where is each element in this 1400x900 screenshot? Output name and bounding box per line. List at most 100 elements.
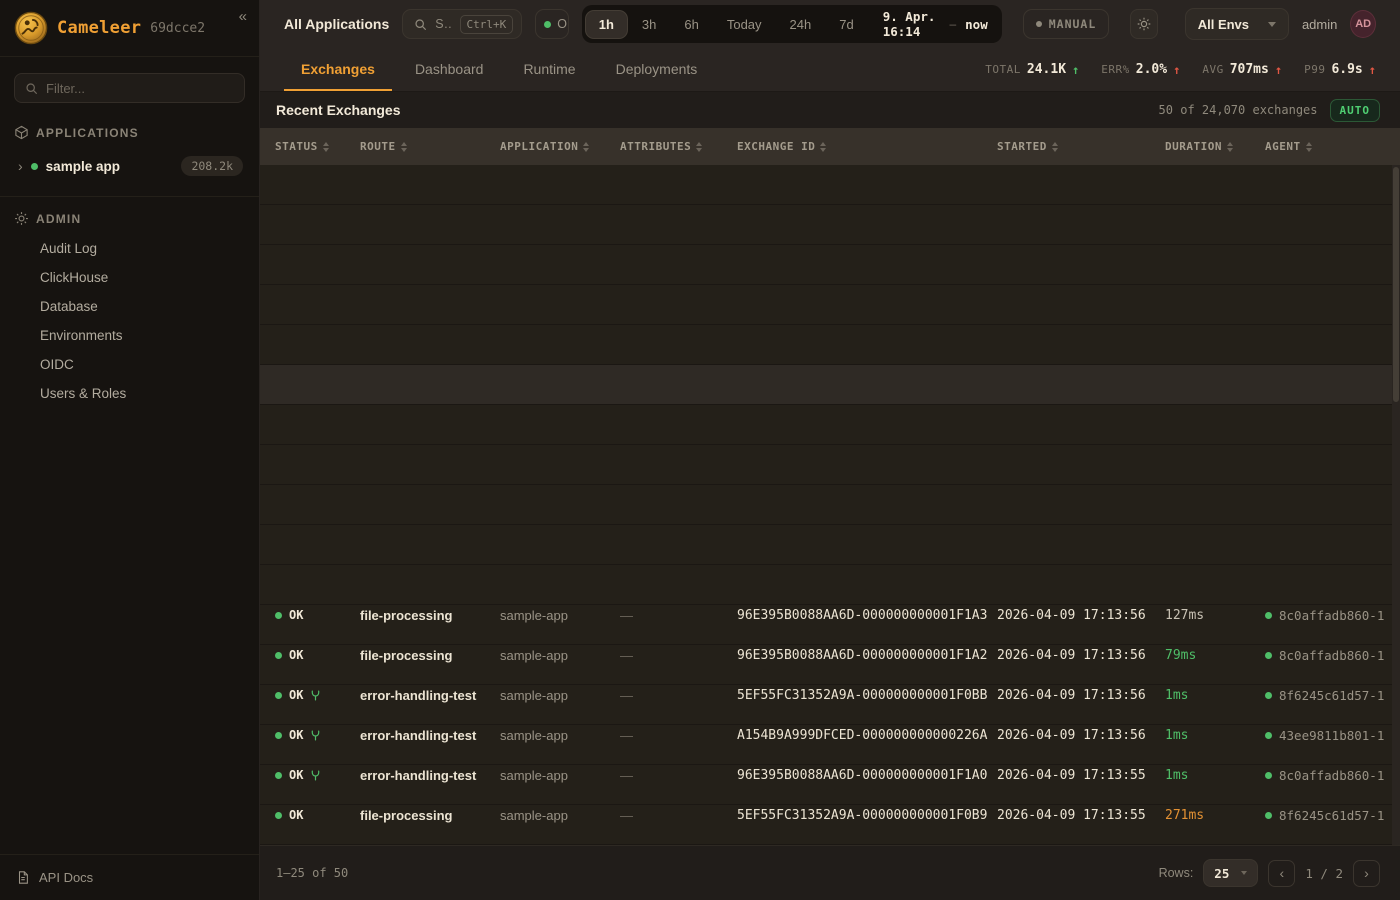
range-7d[interactable]: 7d	[826, 11, 866, 38]
tab-dashboard[interactable]: Dashboard	[398, 48, 501, 91]
fork-icon	[310, 690, 321, 701]
cameleer-logo-icon	[14, 11, 48, 45]
route-cell: file-processing	[360, 608, 500, 623]
column-application[interactable]: APPLICATION	[500, 140, 620, 153]
range-6h[interactable]: 6h	[671, 11, 711, 38]
tab-exchanges[interactable]: Exchanges	[284, 48, 392, 91]
table-row[interactable]: OK file-processing sample-app — 96E395B0…	[260, 205, 1400, 245]
column-route[interactable]: ROUTE	[360, 140, 500, 153]
brand-name: Cameleer	[57, 18, 141, 38]
column-agent[interactable]: AGENT	[1265, 140, 1400, 153]
table-row[interactable]: OK error-handling-test sample-app — 5EF5…	[260, 245, 1400, 285]
column-started[interactable]: STARTED	[997, 140, 1165, 153]
trend-up-icon: ↑	[1369, 63, 1376, 77]
sort-icon	[1052, 142, 1058, 152]
avatar[interactable]: AD	[1350, 10, 1376, 38]
app-root: Cameleer 69dcce2 « APPLICATIONS › sample…	[0, 0, 1400, 900]
scrollbar[interactable]	[1392, 165, 1400, 845]
global-search-field[interactable]: S… Ctrl+K	[402, 9, 522, 39]
stat-avg: AVG 707ms ↑	[1202, 62, 1282, 77]
sort-icon	[583, 142, 589, 152]
refresh-mode-button[interactable]: MANUAL	[1023, 9, 1110, 39]
brand-version: 69dcce2	[150, 21, 205, 36]
column-status[interactable]: STATUS	[275, 140, 360, 153]
tab-runtime[interactable]: Runtime	[506, 48, 592, 91]
sidebar-item-database[interactable]: Database	[0, 292, 259, 321]
tabs: Exchanges Dashboard Runtime Deployments	[284, 48, 714, 91]
trend-up-icon: ↑	[1275, 63, 1282, 77]
filter-field[interactable]	[14, 73, 245, 103]
time-range-group: 1h 3h 6h Today 24h 7d 9. Apr. 16:14 – no…	[582, 5, 1002, 43]
sidebar-item-sample-app[interactable]: › sample app 208.2k	[8, 150, 251, 182]
admin-section-label: ADMIN	[0, 197, 259, 232]
sidebar-item-oidc[interactable]: OIDC	[0, 350, 259, 379]
applications-header-text: APPLICATIONS	[36, 126, 139, 140]
range-today[interactable]: Today	[714, 11, 775, 38]
prev-page-button[interactable]: ‹	[1268, 860, 1295, 887]
stats-summary: TOTAL 24.1K ↑ ERR% 2.0% ↑ AVG 707ms ↑	[985, 48, 1376, 91]
table-row[interactable]: OK file-processing sample-app — 96E395B0…	[260, 405, 1400, 445]
app-count-badge: 208.2k	[181, 156, 243, 176]
sidebar-item-audit-log[interactable]: Audit Log	[0, 234, 259, 263]
exchange-count: 50 of 24,070 exchanges	[1159, 103, 1318, 117]
sort-icon	[696, 142, 702, 152]
stat-err: ERR% 2.0% ↑	[1101, 62, 1180, 77]
filter-wrap	[0, 57, 259, 111]
sidebar: Cameleer 69dcce2 « APPLICATIONS › sample…	[0, 0, 260, 900]
route-cell: error-handling-test	[360, 728, 500, 743]
column-exchange-id[interactable]: EXCHANGE ID	[737, 140, 997, 153]
table-row[interactable]: OK file-processing sample-app — 5EF55FC3…	[260, 565, 1400, 605]
chevron-down-icon	[1268, 22, 1276, 27]
table-row[interactable]: OK file-processing sample-app — 96E395B0…	[260, 485, 1400, 525]
api-docs-link[interactable]: API Docs	[0, 854, 259, 900]
range-3h[interactable]: 3h	[629, 11, 669, 38]
sidebar-item-users-roles[interactable]: Users & Roles	[0, 379, 259, 408]
column-attributes[interactable]: ATTRIBUTES	[620, 140, 737, 153]
theme-toggle-button[interactable]	[1130, 9, 1157, 39]
manual-dot	[1036, 21, 1042, 27]
collapse-sidebar-icon[interactable]: «	[239, 8, 247, 25]
status-cell: OK	[275, 688, 360, 702]
admin-header-text: ADMIN	[36, 212, 81, 226]
table-row[interactable]: OK file-processing sample-app — A154B9A9…	[260, 525, 1400, 565]
range-start-time[interactable]: 9. Apr. 16:14	[883, 9, 941, 39]
route-cell: error-handling-test	[360, 768, 500, 783]
status-cell: OK	[275, 648, 360, 662]
fork-icon	[310, 730, 321, 741]
env-select[interactable]: All Envs	[1185, 8, 1289, 40]
sort-icon	[401, 142, 407, 152]
range-24h[interactable]: 24h	[777, 11, 825, 38]
topbar: All Applications S… Ctrl+K O 1h 3h 6h	[260, 0, 1400, 48]
table-row[interactable]: OK error-handling-test sample-app — A154…	[260, 285, 1400, 325]
tab-deployments[interactable]: Deployments	[599, 48, 715, 91]
sidebar-item-environments[interactable]: Environments	[0, 321, 259, 350]
auto-refresh-badge[interactable]: AUTO	[1330, 99, 1381, 122]
trend-up-icon: ↑	[1072, 63, 1079, 77]
page-title: All Applications	[284, 16, 389, 32]
next-page-button[interactable]: ›	[1353, 860, 1380, 887]
status-cell: OK	[275, 608, 360, 622]
table-row[interactable]: OK error-handling-test sample-app — 96E3…	[260, 325, 1400, 365]
status-dot	[275, 692, 282, 699]
table-row[interactable]: OK file-processing sample-app — 5EF55FC3…	[260, 365, 1400, 405]
range-end-time[interactable]: now	[965, 17, 988, 32]
table-row[interactable]: OK file-processing sample-app — 96E395B0…	[260, 165, 1400, 205]
status-text: OK	[289, 768, 303, 782]
status-text: OK	[289, 688, 303, 702]
status-dot	[275, 772, 282, 779]
rows-per-page-select[interactable]: 25	[1203, 859, 1258, 887]
column-duration[interactable]: DURATION	[1165, 140, 1265, 153]
fork-icon	[310, 770, 321, 781]
sidebar-item-clickhouse[interactable]: ClickHouse	[0, 263, 259, 292]
page-indicator: 1 / 2	[1305, 866, 1343, 881]
scrollbar-thumb[interactable]	[1393, 167, 1399, 402]
filter-input[interactable]	[46, 81, 234, 96]
range-1h[interactable]: 1h	[586, 11, 627, 38]
status-cell: OK	[275, 808, 360, 822]
online-indicator[interactable]: O	[535, 9, 568, 39]
status-dot	[275, 732, 282, 739]
chevron-right-icon[interactable]: ›	[18, 159, 23, 173]
table-row[interactable]: OK file-processing sample-app — 96E395B0…	[260, 445, 1400, 485]
table-body: OK file-processing sample-app — 96E395B0…	[260, 165, 1400, 845]
sun-icon	[1137, 17, 1151, 31]
